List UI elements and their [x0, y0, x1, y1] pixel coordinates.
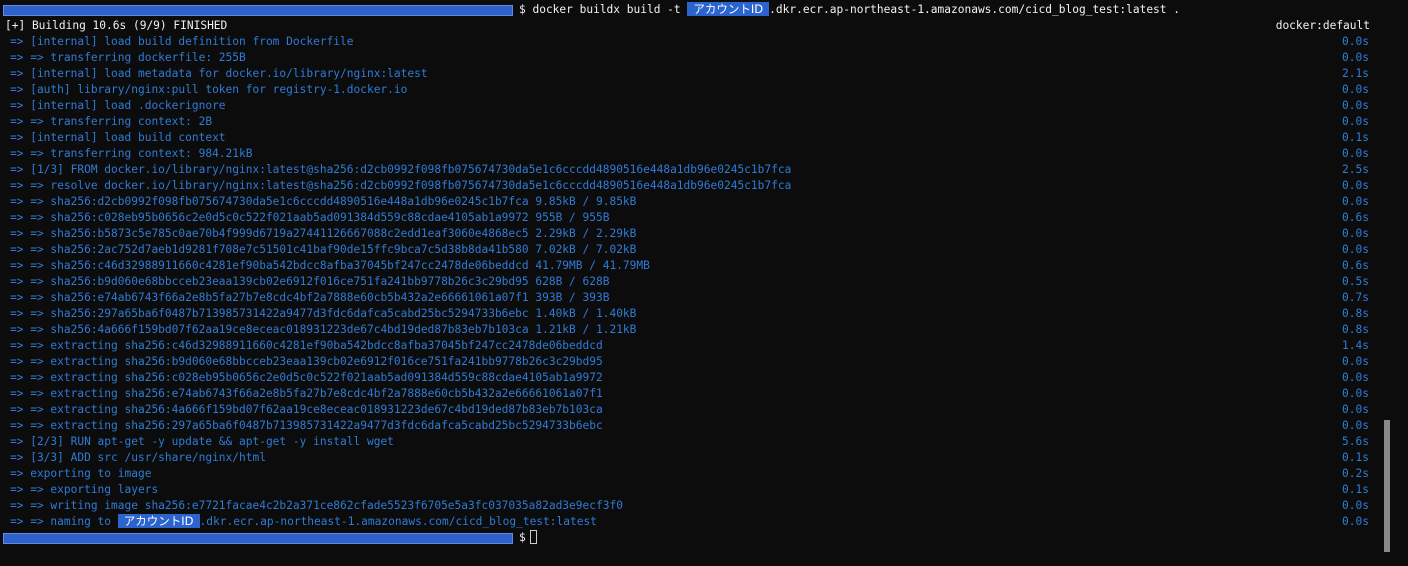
build-step: => => sha256:e74ab6743f66a2e8b5fa27b7e8c… — [10, 291, 610, 304]
build-step: => => exporting layers — [10, 483, 159, 496]
build-step-time: 0.0s — [1342, 51, 1369, 64]
build-step: => => sha256:b5873c5e785c0ae70b4f999d671… — [10, 227, 637, 240]
build-step: => [internal] load metadata for docker.i… — [10, 67, 428, 80]
build-step: => => extracting sha256:c46d32988911660c… — [10, 339, 603, 352]
build-step-time: 0.0s — [1342, 419, 1369, 432]
build-step-time: 0.7s — [1342, 291, 1369, 304]
build-step-time: 0.0s — [1342, 243, 1369, 256]
redacted-account-id-naming: アカウントID — [117, 514, 200, 528]
prompt-path-bar — [3, 5, 513, 16]
build-step-time: 0.0s — [1342, 115, 1369, 128]
build-step-time: 0.0s — [1342, 227, 1369, 240]
build-step: => => sha256:d2cb0992f098fb075674730da5e… — [10, 195, 637, 208]
build-step: => => transferring dockerfile: 255B — [10, 51, 246, 64]
build-step: => [auth] library/nginx:pull token for r… — [10, 83, 408, 96]
build-step: => => sha256:c028eb95b0656c2e0d5c0c522f0… — [10, 211, 610, 224]
build-step-time: 1.4s — [1342, 339, 1369, 352]
build-step-time: 0.0s — [1342, 83, 1369, 96]
build-step: => => writing image sha256:e7721facae4c2… — [10, 499, 623, 512]
prompt-path-bar-bottom — [3, 533, 513, 544]
command-line: $ docker buildx build -t アカウントID .dkr.ecr… — [519, 2, 1180, 18]
build-step: => [3/3] ADD src /usr/share/nginx/html — [10, 451, 266, 464]
build-step-time: 0.8s — [1342, 323, 1369, 336]
redacted-account-id: アカウントID — [687, 2, 770, 16]
build-step-time: 0.0s — [1342, 403, 1369, 416]
build-step: => => extracting sha256:4a666f159bd07f62… — [10, 403, 603, 416]
build-step-time: 0.0s — [1342, 35, 1369, 48]
naming-step: => => naming to アカウントID .dkr.ecr.ap-north… — [10, 514, 597, 530]
command-suffix: .dkr.ecr.ap-northeast-1.amazonaws.com/ci… — [769, 3, 1181, 16]
build-step-time: 0.0s — [1342, 99, 1369, 112]
build-step: => [internal] load build context — [10, 131, 226, 144]
naming-suffix: .dkr.ecr.ap-northeast-1.amazonaws.com/ci… — [199, 515, 597, 528]
build-step-time: 2.1s — [1342, 67, 1369, 80]
naming-step-time: 0.0s — [1342, 515, 1369, 528]
build-step-time: 0.1s — [1342, 483, 1369, 496]
build-step: => => transferring context: 2B — [10, 115, 213, 128]
build-step: => => resolve docker.io/library/nginx:la… — [10, 179, 792, 192]
input-prompt[interactable]: $ — [519, 530, 537, 546]
build-step: => => extracting sha256:b9d060e68bbcceb2… — [10, 355, 603, 368]
build-step: => [1/3] FROM docker.io/library/nginx:la… — [10, 163, 792, 176]
build-step: => [2/3] RUN apt-get -y update && apt-ge… — [10, 435, 394, 448]
build-step: => => extracting sha256:e74ab6743f66a2e8… — [10, 387, 603, 400]
scrollbar-thumb[interactable] — [1384, 420, 1390, 552]
build-step-time: 0.2s — [1342, 467, 1369, 480]
command-prefix: $ docker buildx build -t — [519, 3, 688, 16]
prompt-symbol: $ — [519, 531, 526, 544]
build-step: => => sha256:4a666f159bd07f62aa19ce8ecea… — [10, 323, 637, 336]
build-step: => => extracting sha256:c028eb95b0656c2e… — [10, 371, 603, 384]
build-step: => => transferring context: 984.21kB — [10, 147, 253, 160]
terminal-window[interactable]: $ docker buildx build -t アカウントID .dkr.ecr… — [0, 0, 1408, 566]
build-step: => [internal] load .dockerignore — [10, 99, 226, 112]
build-step-time: 0.0s — [1342, 147, 1369, 160]
build-step-time: 0.0s — [1342, 355, 1369, 368]
build-step-time: 0.0s — [1342, 179, 1369, 192]
text-cursor — [529, 530, 537, 544]
build-step-time: 0.0s — [1342, 387, 1369, 400]
build-step-time: 0.0s — [1342, 371, 1369, 384]
build-status: [+] Building 10.6s (9/9) FINISHED — [5, 19, 228, 32]
build-step: => [internal] load build definition from… — [10, 35, 354, 48]
build-step: => => sha256:c46d32988911660c4281ef90ba5… — [10, 259, 650, 272]
build-step-time: 0.6s — [1342, 259, 1369, 272]
build-step-time: 5.6s — [1342, 435, 1369, 448]
build-step: => => sha256:297a65ba6f0487b713985731422… — [10, 307, 637, 320]
build-step: => => sha256:2ac752d7aeb1d9281f708e7c515… — [10, 243, 637, 256]
build-step-time: 0.0s — [1342, 499, 1369, 512]
build-step-time: 2.5s — [1342, 163, 1369, 176]
build-step-time: 0.6s — [1342, 211, 1369, 224]
build-step-time: 0.1s — [1342, 451, 1369, 464]
builder-context: docker:default — [1275, 19, 1370, 32]
build-step: => => sha256:b9d060e68bbcceb23eaa139cb02… — [10, 275, 610, 288]
build-step: => exporting to image — [10, 467, 152, 480]
naming-prefix: => => naming to — [10, 515, 118, 528]
build-step: => => extracting sha256:297a65ba6f0487b7… — [10, 419, 603, 432]
build-step-time: 0.5s — [1342, 275, 1369, 288]
build-step-time: 0.0s — [1342, 195, 1369, 208]
build-step-time: 0.8s — [1342, 307, 1369, 320]
build-step-time: 0.1s — [1342, 131, 1369, 144]
